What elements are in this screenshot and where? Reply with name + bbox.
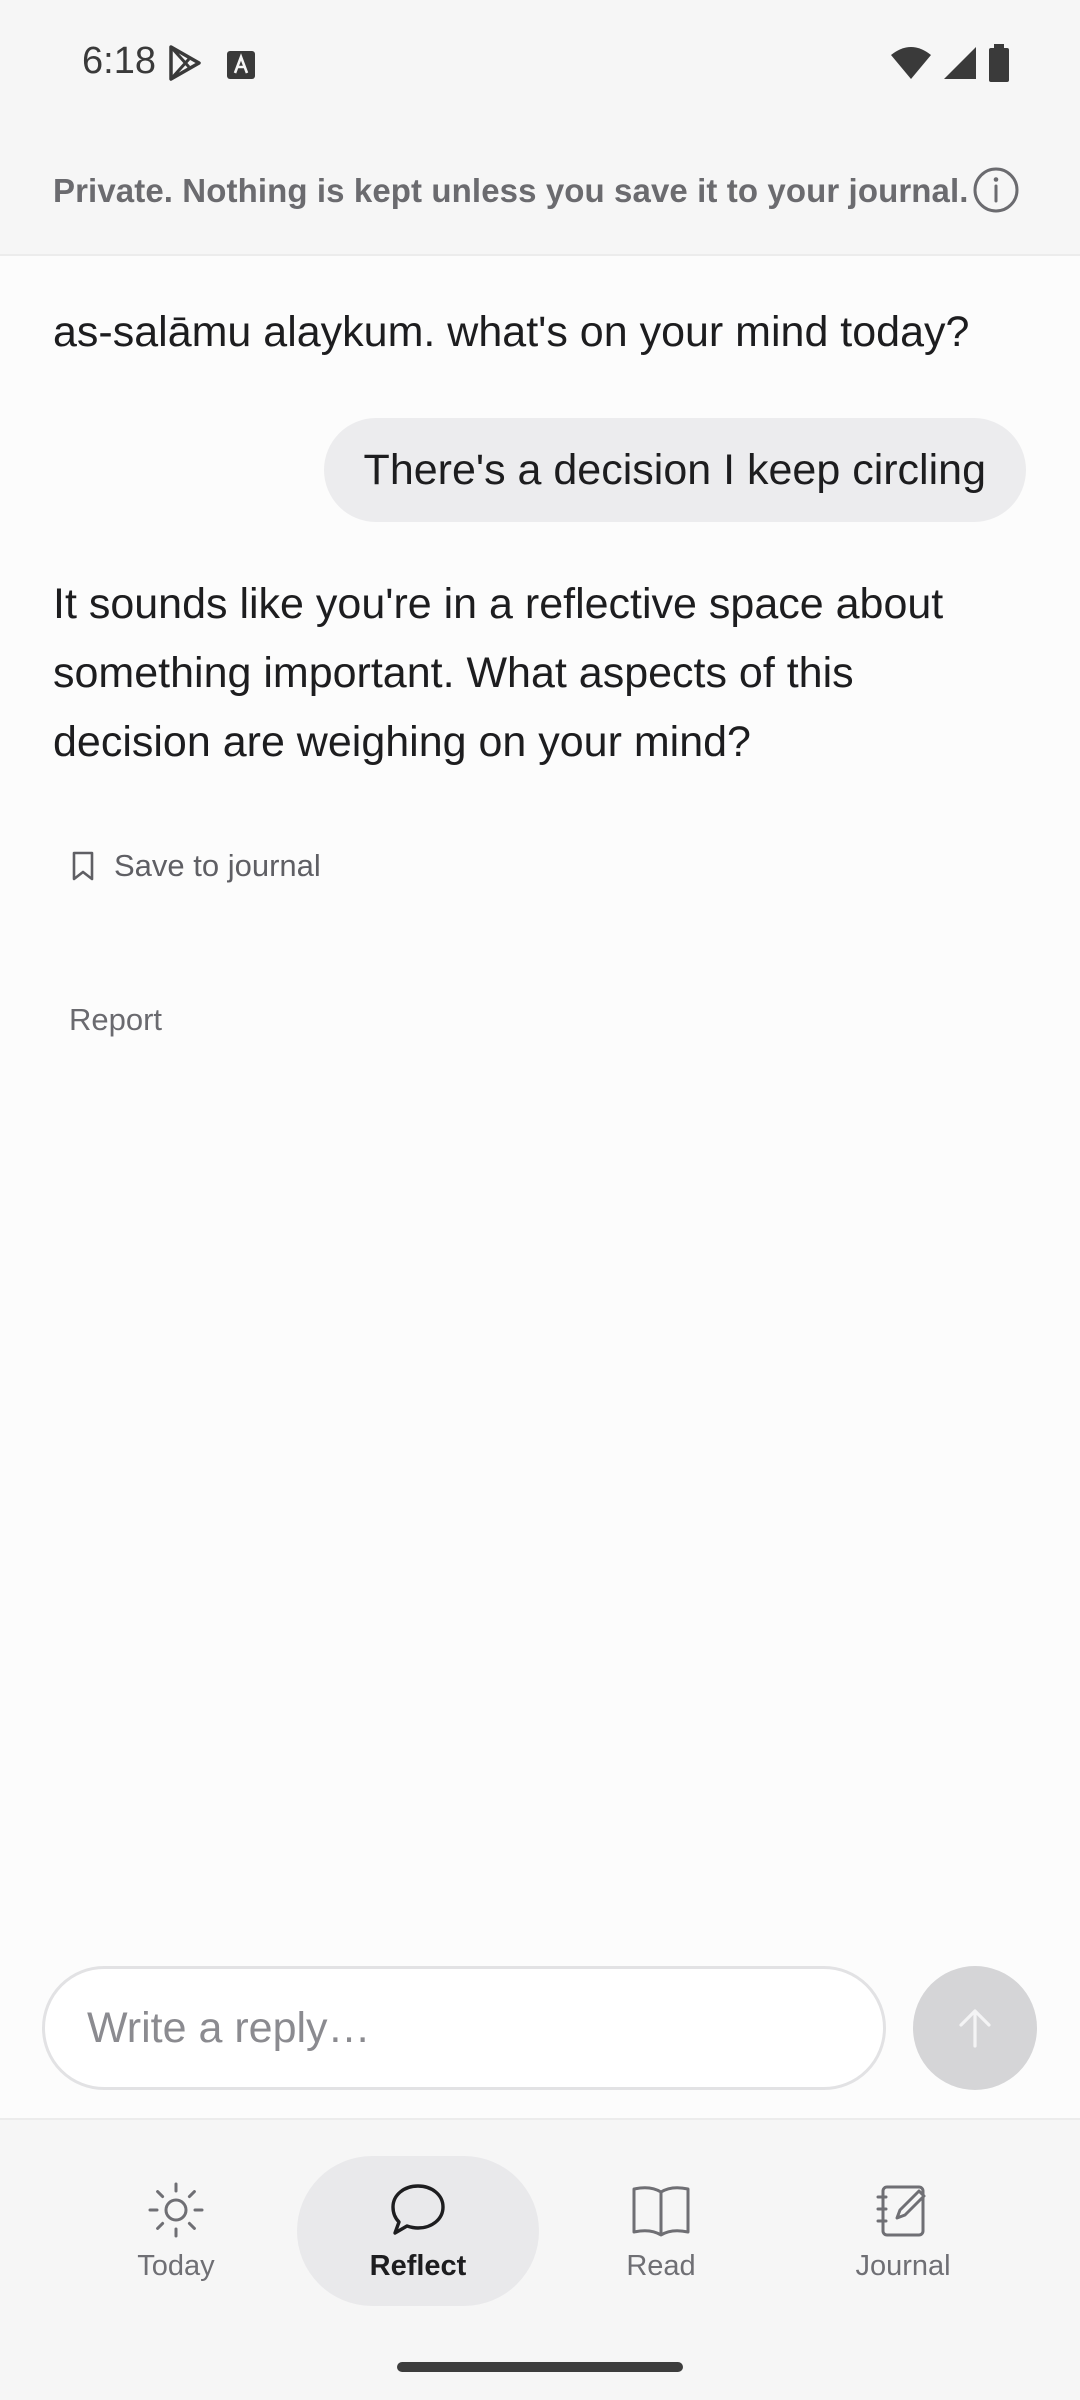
nav-today-label: Today (137, 2249, 215, 2282)
assistant-greeting: as-salāmu alaykum. what's on your mind t… (53, 308, 970, 356)
user-message-text: There's a decision I keep circling (363, 445, 986, 494)
nav-journal-label: Journal (855, 2249, 951, 2282)
status-time: 6:18 (82, 40, 156, 82)
send-button[interactable] (913, 1966, 1037, 2090)
sun-icon (148, 2182, 204, 2237)
home-indicator[interactable] (397, 2362, 683, 2372)
report-link[interactable]: Report (69, 1002, 162, 1038)
status-icons (890, 44, 1010, 82)
arrow-up-icon (959, 2009, 991, 2048)
keyboard-a-icon (227, 51, 255, 79)
assistant-message: It sounds like you're in a reflective sp… (53, 580, 944, 766)
status-bar: 6:18 (0, 0, 1080, 130)
reply-input[interactable] (85, 2002, 845, 2054)
notebook-pencil-icon (876, 2185, 926, 2236)
book-icon (632, 2185, 690, 2236)
cellular-signal-icon (944, 47, 976, 79)
bottom-navigation: Today Reflect Read Journal (0, 2118, 1080, 2400)
privacy-text: Private. Nothing is kept unless you save… (53, 172, 969, 209)
bookmark-icon (72, 851, 94, 881)
wifi-icon (891, 47, 931, 79)
info-icon[interactable] (972, 166, 1020, 214)
privacy-banner: Private. Nothing is kept unless you save… (0, 130, 1080, 256)
nav-today[interactable]: Today (55, 2156, 297, 2306)
nav-read-label: Read (626, 2249, 696, 2282)
battery-icon (989, 44, 1009, 82)
user-message-bubble: There's a decision I keep circling (323, 418, 1026, 522)
nav-reflect[interactable]: Reflect (297, 2156, 539, 2306)
nav-journal[interactable]: Journal (782, 2156, 1024, 2306)
nav-read[interactable]: Read (540, 2156, 782, 2306)
save-to-journal-button[interactable]: Save to journal (70, 838, 321, 894)
nav-reflect-label: Reflect (369, 2249, 467, 2282)
chat-bubble-icon (391, 2183, 445, 2235)
save-to-journal-label: Save to journal (114, 848, 321, 883)
reply-composer (42, 1966, 886, 2090)
play-store-icon (169, 45, 201, 81)
